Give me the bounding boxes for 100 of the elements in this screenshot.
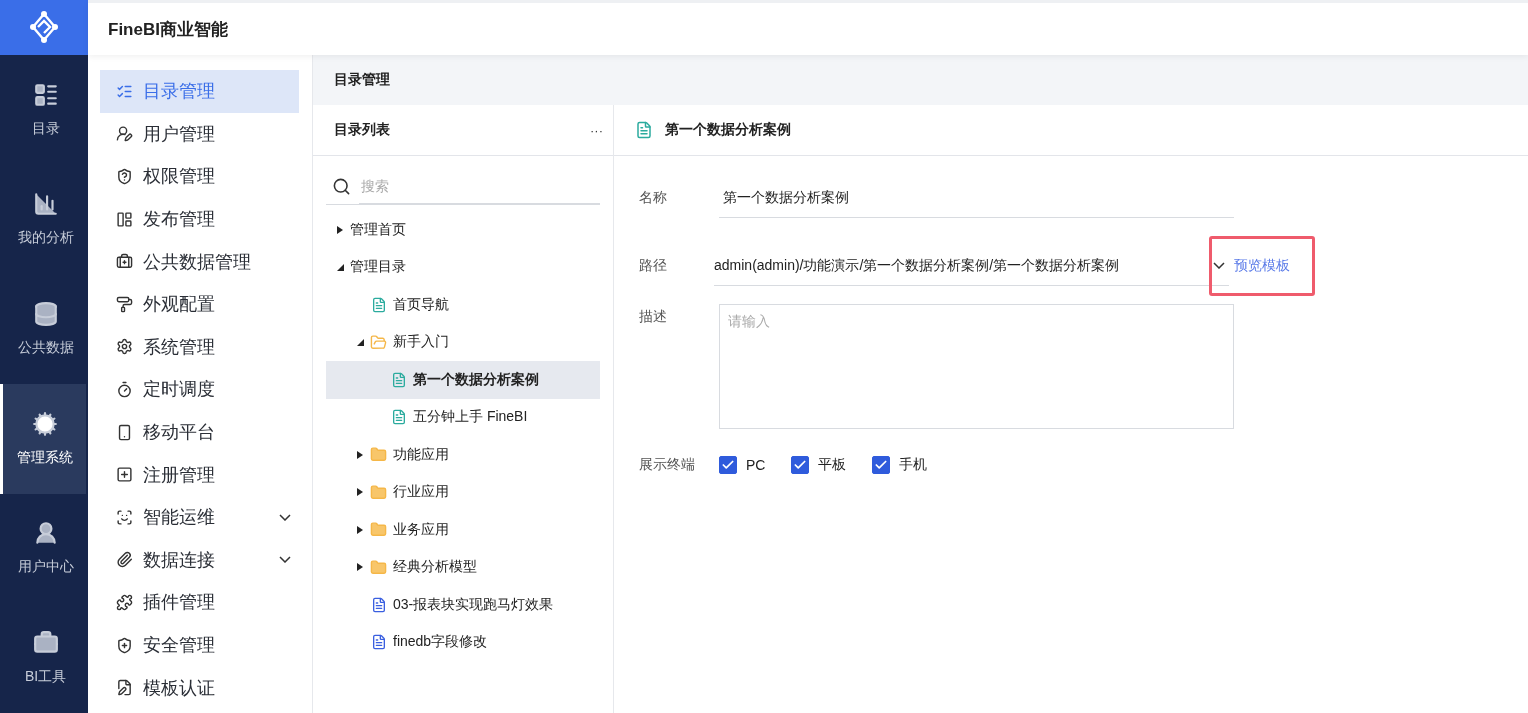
menu-item[interactable]: 权限管理 bbox=[100, 155, 299, 198]
face-scan-icon bbox=[116, 508, 133, 526]
paint-roller-icon bbox=[116, 295, 133, 313]
tree-item-label: 首页导航 bbox=[393, 295, 449, 314]
field-label: 展示终端 bbox=[639, 456, 696, 474]
checkbox[interactable] bbox=[719, 456, 737, 474]
chart-icon bbox=[32, 191, 59, 218]
description-field[interactable]: 请输入 bbox=[719, 304, 1234, 429]
preview-link[interactable]: 预览模板 bbox=[1234, 257, 1290, 275]
tree-item[interactable]: 新手入门 bbox=[326, 323, 600, 361]
document-icon bbox=[371, 296, 387, 313]
tree-item[interactable]: 03-报表块实现跑马灯效果 bbox=[326, 586, 600, 624]
menu-item[interactable]: 系统管理 bbox=[100, 325, 299, 369]
layout-icon bbox=[116, 210, 133, 228]
folder-icon bbox=[370, 558, 387, 576]
breadcrumb: 目录管理 bbox=[334, 71, 390, 89]
tree-item[interactable]: 业务应用 bbox=[326, 511, 600, 549]
menu-item[interactable]: 外观配置 bbox=[100, 282, 299, 326]
menu-item[interactable]: 移动平台 bbox=[100, 410, 299, 454]
plus-square-icon bbox=[116, 466, 133, 484]
tree-item-label: 五分钟上手 FineBI bbox=[413, 408, 528, 427]
check-icon bbox=[721, 458, 735, 472]
user-icon bbox=[116, 125, 133, 143]
field-label: 描述 bbox=[639, 307, 668, 326]
document-icon bbox=[391, 371, 407, 388]
settings-icon bbox=[116, 338, 133, 356]
path-dropdown[interactable]: admin(admin)/功能演示/第一个数据分析案例/第一个数据分析案例 bbox=[714, 246, 1229, 286]
open-folder-icon bbox=[370, 333, 387, 351]
document-icon bbox=[635, 121, 653, 139]
tree-item-label: finedb字段修改 bbox=[393, 633, 488, 652]
paperclip-icon bbox=[116, 551, 133, 569]
nav-item[interactable]: 目录 bbox=[0, 54, 88, 165]
nav-item[interactable]: 我的分析 bbox=[0, 164, 88, 275]
tree-item[interactable]: 功能应用 bbox=[326, 436, 600, 474]
tree-item-label: 管理目录 bbox=[350, 258, 406, 277]
puzzle-icon bbox=[116, 593, 133, 611]
tree-item[interactable]: 首页导航 bbox=[326, 286, 600, 324]
folder-icon bbox=[370, 446, 387, 464]
tree-item[interactable]: 五分钟上手 FineBI bbox=[326, 398, 600, 436]
menu-item[interactable]: 安全管理 bbox=[100, 623, 299, 667]
more-button[interactable]: ··· bbox=[590, 122, 603, 138]
logo-icon bbox=[27, 10, 61, 45]
tree-item-label: 经典分析模型 bbox=[393, 558, 477, 577]
app-title: FineBI商业智能 bbox=[108, 18, 228, 41]
tree-item-label: 管理首页 bbox=[350, 220, 406, 239]
menu-item[interactable]: 公共数据管理 bbox=[100, 240, 299, 283]
nav-item[interactable]: 公共数据 bbox=[0, 274, 88, 384]
folder-icon bbox=[370, 521, 387, 539]
menu-item[interactable]: 智能运维 bbox=[100, 495, 299, 539]
shield-icon bbox=[116, 636, 133, 654]
nav-item[interactable]: 管理系统 bbox=[0, 383, 86, 494]
check-icon bbox=[874, 458, 889, 472]
timer-icon bbox=[116, 380, 133, 398]
tree-item-label: 新手入门 bbox=[393, 333, 449, 352]
menu-item[interactable]: 目录管理 bbox=[100, 70, 299, 113]
terminal-checkbox[interactable]: 手机 bbox=[872, 456, 928, 474]
terminal-checkbox[interactable]: 平板 bbox=[791, 456, 847, 474]
tree-item-label: 行业应用 bbox=[393, 483, 449, 502]
search-field[interactable]: 搜索 bbox=[359, 168, 600, 204]
search-icon bbox=[332, 176, 351, 196]
field-label: 名称 bbox=[639, 189, 668, 207]
tree-item-label: 业务应用 bbox=[393, 520, 449, 539]
tree-item[interactable]: 行业应用 bbox=[326, 473, 600, 511]
menu-item[interactable]: 定时调度 bbox=[100, 368, 299, 411]
logo[interactable] bbox=[0, 0, 88, 55]
detail-title: 第一个数据分析案例 bbox=[665, 121, 791, 139]
nav-item[interactable]: BI工具 bbox=[0, 603, 88, 713]
folder-icon bbox=[370, 483, 387, 501]
document-icon bbox=[371, 634, 387, 651]
case-icon bbox=[116, 253, 133, 271]
tree-item[interactable]: 管理目录 bbox=[326, 248, 600, 286]
tree-item[interactable]: 管理首页 bbox=[326, 211, 600, 249]
tree-item-label: 03-报表块实现跑马灯效果 bbox=[393, 595, 554, 614]
list-icon bbox=[32, 81, 59, 108]
check-icon bbox=[793, 458, 808, 472]
menu-item[interactable]: 发布管理 bbox=[100, 197, 299, 241]
tree-item-label: 第一个数据分析案例 bbox=[413, 370, 539, 389]
tree-item[interactable]: 第一个数据分析案例 bbox=[326, 361, 600, 399]
file-edit-icon bbox=[116, 679, 133, 697]
tree-item[interactable]: 经典分析模型 bbox=[326, 548, 600, 586]
phone-icon bbox=[116, 423, 133, 441]
checkbox[interactable] bbox=[872, 456, 891, 474]
nav-item[interactable]: 用户中心 bbox=[0, 493, 88, 604]
tree-item-label: 功能应用 bbox=[393, 445, 449, 464]
document-icon bbox=[391, 409, 407, 426]
name-field[interactable]: 第一个数据分析案例 bbox=[719, 178, 1234, 218]
menu-item[interactable]: 注册管理 bbox=[100, 453, 299, 496]
shield-icon bbox=[116, 168, 133, 185]
chevron-down-icon bbox=[1213, 262, 1225, 269]
menu-item[interactable]: 模板认证 bbox=[100, 666, 299, 709]
checkbox[interactable] bbox=[791, 456, 810, 474]
panel-title: 目录列表 bbox=[334, 121, 390, 139]
menu-item[interactable]: 插件管理 bbox=[100, 581, 299, 624]
document-icon bbox=[371, 596, 387, 613]
menu-item[interactable]: 数据连接 bbox=[100, 538, 299, 582]
database-icon bbox=[32, 301, 59, 328]
menu-item[interactable]: 用户管理 bbox=[100, 112, 299, 156]
terminal-checkbox[interactable]: PC bbox=[719, 456, 766, 474]
gear-icon bbox=[31, 410, 58, 437]
tree-item[interactable]: finedb字段修改 bbox=[326, 623, 600, 661]
